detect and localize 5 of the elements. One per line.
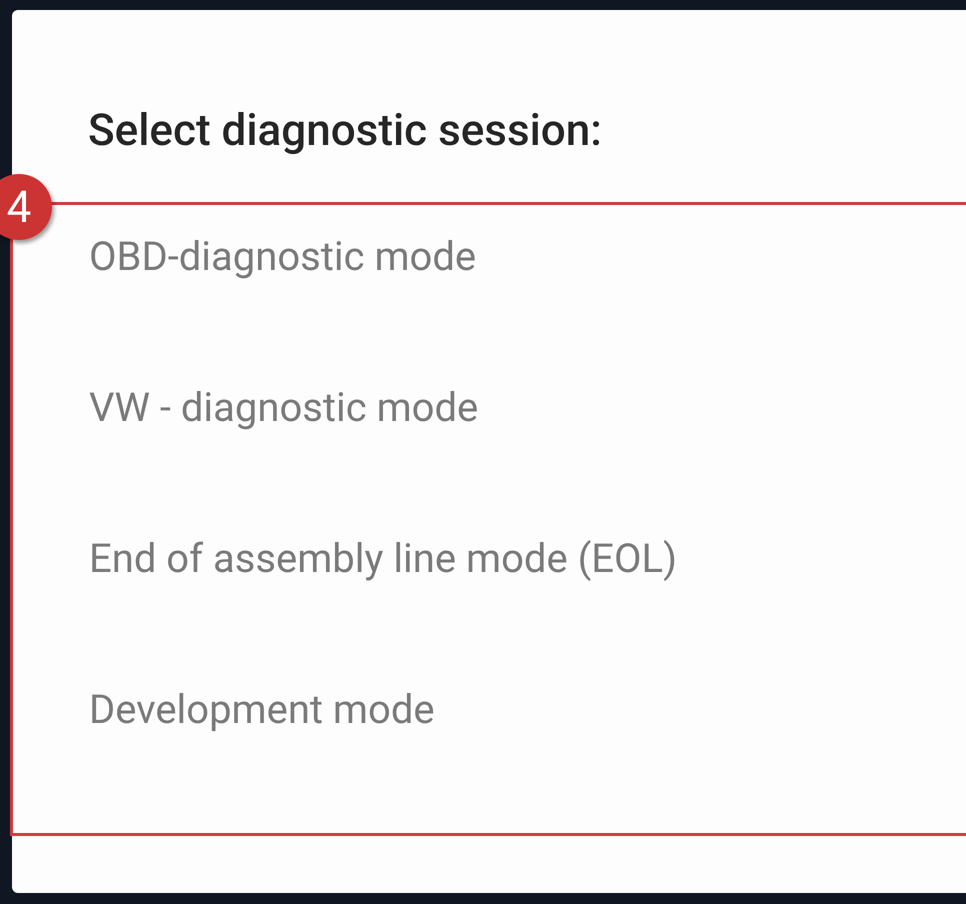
option-item[interactable]: OBD-diagnostic mode bbox=[89, 231, 476, 283]
option-item[interactable]: Development mode bbox=[89, 684, 435, 736]
option-item[interactable]: VW - diagnostic mode bbox=[89, 382, 478, 434]
dialog-title: Select diagnostic session: bbox=[88, 103, 602, 158]
option-item[interactable]: End of assembly line mode (EOL) bbox=[89, 533, 677, 585]
